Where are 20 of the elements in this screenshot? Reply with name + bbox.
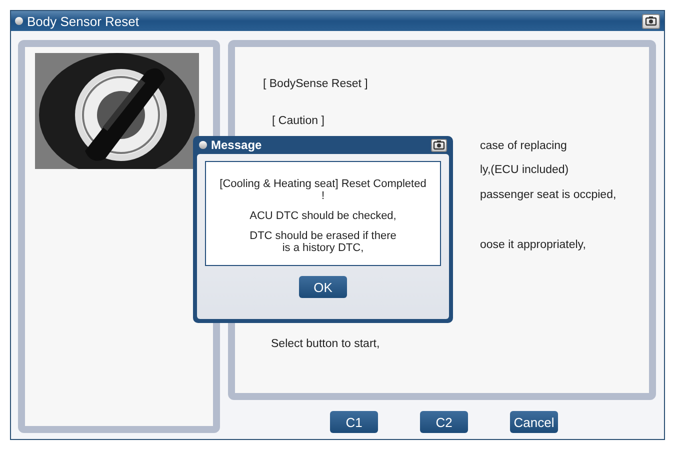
action-button[interactable]: Cancel xyxy=(510,411,558,433)
action-button[interactable]: C2 xyxy=(420,411,468,433)
window-title: Body Sensor Reset xyxy=(27,14,140,28)
instruction-text: ly,(ECU included) xyxy=(480,163,569,178)
message-text: DTC should be erased if there is a history DTC, xyxy=(248,230,398,254)
instruction-text: [ Caution ] xyxy=(272,114,324,129)
message-text: ACU DTC should be checked, xyxy=(248,210,398,222)
window-icon xyxy=(199,141,207,149)
dialog-title: Message xyxy=(211,138,263,152)
window-icon xyxy=(15,17,23,25)
instruction-text: [ BodySense Reset ] xyxy=(263,77,368,92)
instruction-text: Select button to start, xyxy=(271,337,380,352)
instruction-text: case of replacing xyxy=(480,139,567,154)
camera-button[interactable] xyxy=(642,14,660,28)
action-button[interactable]: C1 xyxy=(330,411,378,433)
ok-button[interactable]: OK xyxy=(299,276,347,298)
instruction-text: passenger seat is occpied, xyxy=(480,188,616,203)
camera-button[interactable] xyxy=(431,138,447,152)
message-text: [Cooling & Heating seat] Reset Completed ! xyxy=(218,178,428,202)
instruction-text: oose it appropriately, xyxy=(480,238,586,253)
